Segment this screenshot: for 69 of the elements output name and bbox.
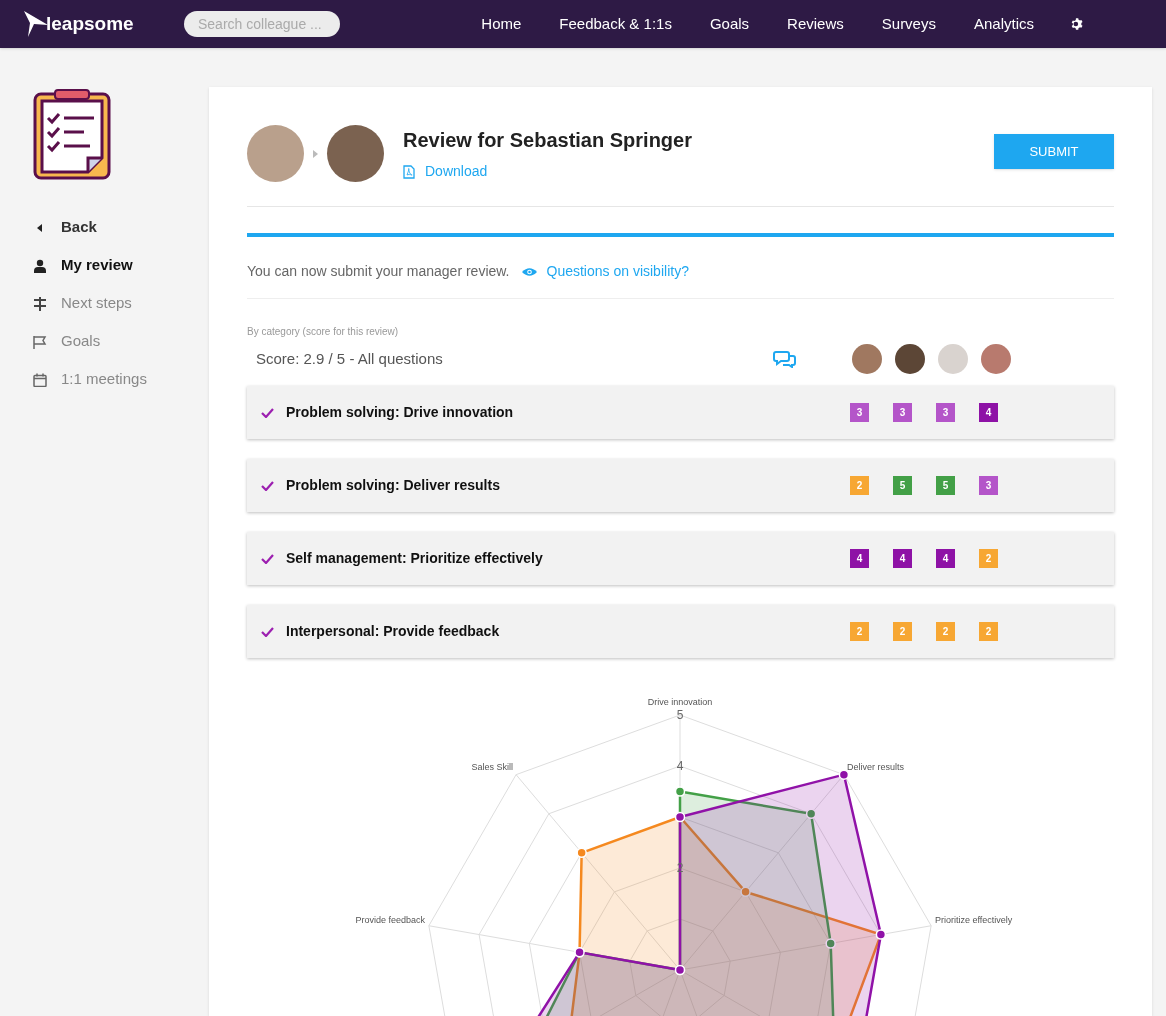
axis-label: Provide feedback: [355, 915, 425, 925]
data-point: [674, 786, 686, 797]
data-point: [805, 808, 817, 819]
score-badge: 3: [936, 403, 955, 422]
score-badge: 2: [850, 476, 869, 495]
score-text: Score: 2.9 / 5 - All questions: [256, 348, 443, 369]
score-badge: 3: [893, 403, 912, 422]
search-field[interactable]: Search colleague ...: [184, 11, 340, 37]
person-icon: [33, 258, 47, 273]
nav-link[interactable]: Surveys: [881, 12, 936, 36]
score-badge: 3: [850, 403, 869, 422]
data-point: [576, 847, 587, 859]
axis-label: Sales Skill: [471, 762, 513, 772]
score-badge: 2: [936, 622, 955, 641]
score-badge: 2: [979, 549, 998, 568]
pdf-file-icon: [403, 164, 415, 179]
axis-label: Prioritize effectively: [935, 915, 1013, 925]
category-row[interactable]: Interpersonal: Provide feedback 2 2 2 2: [247, 605, 1114, 658]
avatar: [247, 125, 304, 182]
category-label: Self management: Prioritize effectively: [286, 549, 543, 568]
avatar: [895, 344, 925, 374]
score-badge: 3: [979, 476, 998, 495]
score-badge: 4: [979, 403, 998, 422]
nav-link[interactable]: Reviews: [787, 12, 844, 36]
tick-label: 5: [676, 708, 684, 722]
comments-icon[interactable]: [773, 350, 796, 368]
nav-link[interactable]: Goals: [709, 12, 750, 36]
category-row[interactable]: Self management: Prioritize effectively 4 4 4 2: [247, 532, 1114, 585]
category-row[interactable]: Problem solving: Drive innovation 3 3 3 4: [247, 386, 1114, 439]
score-badge: 5: [936, 476, 955, 495]
score-badge: 4: [850, 549, 869, 568]
signpost-icon: [33, 296, 47, 311]
calendar-icon: [33, 372, 47, 387]
score-badge: 2: [850, 622, 869, 641]
category-label: Interpersonal: Provide feedback: [286, 622, 500, 641]
data-point: [740, 886, 751, 898]
avatar: [852, 344, 882, 374]
data-point: [838, 769, 850, 780]
sidebar-item[interactable]: My review: [33, 254, 209, 277]
score-badge: 5: [893, 476, 912, 495]
category-label: Problem solving: Deliver results: [286, 476, 500, 495]
caret-right-icon: [313, 149, 318, 158]
avatar: [981, 344, 1011, 374]
axis-label: Deliver results: [847, 762, 904, 772]
tick-label: 2: [676, 861, 684, 875]
data-point: [825, 938, 836, 949]
category-label: Problem solving: Drive innovation: [286, 403, 514, 422]
score-badge: 2: [893, 622, 912, 641]
nav-link[interactable]: Home: [481, 12, 522, 36]
category-row[interactable]: Problem solving: Deliver results 2 5 5 3: [247, 459, 1114, 512]
eye-icon: [521, 266, 537, 277]
clipboard-checklist-icon: [33, 88, 111, 180]
settings-icon[interactable]: [1070, 17, 1084, 31]
avatar: [327, 125, 384, 182]
avatar: [938, 344, 968, 374]
nav-link[interactable]: Analytics: [973, 12, 1034, 36]
sidebar-item[interactable]: Back: [33, 216, 209, 239]
category-caption: By category (score for this review): [247, 325, 400, 339]
tick-label: 4: [676, 759, 684, 773]
bird-logo-icon: [24, 11, 48, 37]
logo-text: leapsome: [46, 11, 134, 36]
notice-text: You can now submit your manager review.: [247, 262, 510, 281]
axis-label: Drive innovation: [647, 697, 713, 707]
score-badge: 2: [979, 622, 998, 641]
score-badge: 4: [893, 549, 912, 568]
flag-icon: [33, 334, 47, 349]
review-title: Review for Sebastian Springer: [403, 128, 692, 153]
score-badge: 4: [936, 549, 955, 568]
nav-link[interactable]: Feedback & 1:1s: [559, 12, 672, 36]
